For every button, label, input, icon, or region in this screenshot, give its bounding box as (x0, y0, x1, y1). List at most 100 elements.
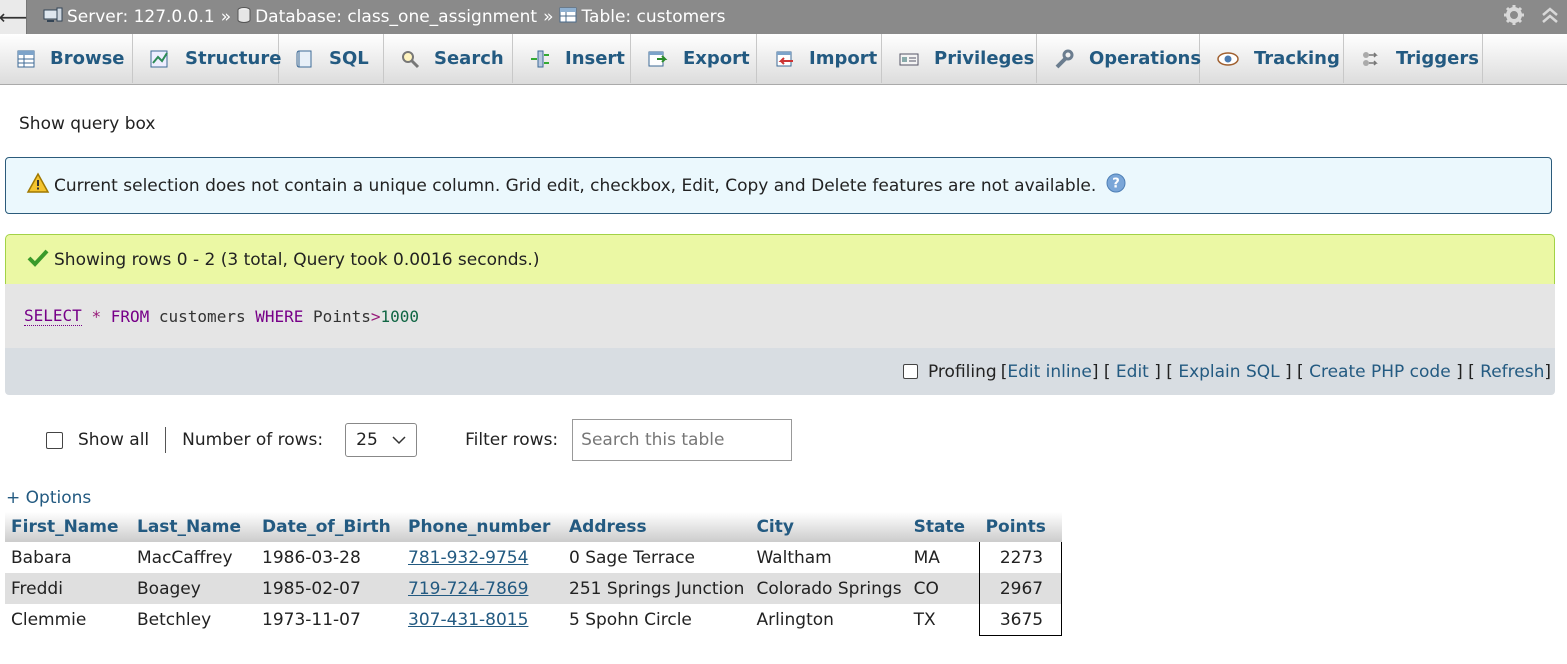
divider (165, 427, 167, 453)
rows-per-page-select[interactable]: 25 (345, 423, 418, 457)
breadcrumb-table[interactable]: Table: customers (559, 7, 725, 28)
table-tabs: Browse Structure SQL Search Insert Expor… (0, 34, 1567, 85)
filter-rows-input[interactable] (572, 419, 793, 461)
breadcrumb-server[interactable]: Server: 127.0.0.1 (43, 7, 215, 28)
unique-column-notice: Current selection does not contain a uni… (5, 157, 1552, 214)
query-success-message: Showing rows 0 - 2 (3 total, Query took … (5, 234, 1555, 284)
cell-phone-number: 307-431-8015 (402, 604, 563, 636)
cell-phone-number: 781-932-9754 (402, 542, 563, 573)
column-header-address[interactable]: Address (563, 512, 751, 542)
cell-last-name: Betchley (131, 604, 256, 636)
phone-link[interactable]: 719-724-7869 (408, 579, 528, 599)
cell-last-name: MacCaffrey (131, 542, 256, 573)
tab-sql[interactable]: SQL (279, 34, 384, 83)
rows-per-page-value: 25 (356, 430, 378, 450)
options-toggle[interactable]: + Options (6, 488, 91, 508)
sql-from-keyword: FROM (110, 306, 150, 326)
wrench-icon (1053, 49, 1075, 69)
filter-rows-label: Filter rows: (465, 430, 559, 450)
tab-import[interactable]: Import (757, 34, 882, 83)
cell-state: MA (907, 542, 980, 573)
column-header-last-name[interactable]: Last_Name (131, 512, 256, 542)
profiling-label: Profiling (927, 361, 997, 382)
sql-column-name: Points (313, 306, 371, 326)
show-all-checkbox[interactable] (46, 431, 63, 449)
table-row: Freddi Boagey 1985-02-07 719-724-7869 25… (5, 573, 1063, 604)
sql-star: * (91, 306, 102, 326)
import-icon (773, 49, 795, 69)
cell-state: TX (907, 604, 980, 636)
cell-first-name: Clemmie (5, 604, 131, 636)
show-query-box-link[interactable]: Show query box (19, 114, 155, 134)
column-header-first-name[interactable]: First_Name (5, 512, 131, 542)
explain-sql-link[interactable]: Explain SQL (1178, 362, 1279, 382)
cell-date-of-birth: 1973-11-07 (256, 604, 402, 636)
cell-last-name: Boagey (131, 573, 256, 604)
edit-inline-link[interactable]: Edit inline (1007, 362, 1092, 382)
tab-operations[interactable]: Operations (1037, 34, 1201, 83)
cell-city: Waltham (750, 542, 908, 573)
cell-city: Colorado Springs (750, 573, 908, 604)
cell-first-name: Babara (5, 542, 131, 573)
cell-address: 0 Sage Terrace (563, 542, 751, 573)
help-icon[interactable]: ? (1106, 173, 1126, 198)
search-icon (400, 49, 420, 69)
sql-operator: > (370, 306, 381, 326)
structure-icon (149, 49, 171, 69)
tab-tracking[interactable]: Tracking (1200, 34, 1344, 83)
sql-select-keyword[interactable]: SELECT (24, 306, 82, 326)
breadcrumb-separator: » (220, 7, 232, 27)
top-navigation-bar: ⟵ Server: 127.0.0.1 » Database: class_on… (0, 0, 1567, 35)
breadcrumb-database[interactable]: Database: class_one_assignment (237, 6, 537, 28)
phone-link[interactable]: 307-431-8015 (408, 610, 528, 630)
sql-query-display: SELECT * FROM customers WHERE Points >100… (5, 284, 1555, 348)
profiling-checkbox[interactable] (902, 364, 918, 379)
navigation-controls: Show all Number of rows: 25 Filter rows: (46, 419, 793, 461)
table-header-row: First_Name Last_Name Date_of_Birth Phone… (5, 512, 1062, 542)
column-header-date-of-birth[interactable]: Date_of_Birth (256, 512, 402, 542)
cell-city: Arlington (750, 604, 908, 636)
tab-insert[interactable]: Insert (513, 34, 631, 83)
cell-address: 5 Spohn Circle (563, 604, 751, 636)
table-icon (559, 7, 577, 28)
cell-first-name: Freddi (5, 573, 131, 604)
cell-date-of-birth: 1985-02-07 (256, 573, 402, 604)
column-header-points[interactable]: Points (979, 512, 1062, 542)
table-row: Clemmie Betchley 1973-11-07 307-431-8015… (5, 604, 1063, 636)
database-icon (237, 6, 251, 28)
refresh-link[interactable]: Refresh (1480, 362, 1544, 382)
tab-privileges[interactable]: Privileges (882, 34, 1037, 83)
chevron-down-icon (392, 430, 406, 450)
warning-icon (26, 172, 50, 199)
back-arrow-icon[interactable]: ⟵ (0, 0, 27, 34)
eye-icon (1216, 49, 1240, 69)
gear-icon[interactable] (1503, 4, 1525, 31)
success-text: Showing rows 0 - 2 (3 total, Query took … (54, 249, 540, 270)
tab-triggers[interactable]: Triggers (1344, 34, 1483, 83)
create-php-code-link[interactable]: Create PHP code (1309, 362, 1451, 382)
insert-icon (529, 49, 551, 69)
column-header-phone-number[interactable]: Phone_number (402, 512, 563, 542)
tab-structure[interactable]: Structure (133, 34, 281, 83)
export-icon (647, 49, 669, 69)
rows-label: Number of rows: (182, 430, 324, 450)
table-row: Babara MacCaffrey 1986-03-28 781-932-975… (5, 542, 1063, 573)
phone-link[interactable]: 781-932-9754 (408, 548, 528, 568)
cell-date-of-birth: 1986-03-28 (256, 542, 402, 573)
cell-phone-number: 719-724-7869 (402, 573, 563, 604)
triggers-icon (1360, 49, 1382, 69)
tab-browse[interactable]: Browse (0, 34, 133, 83)
tab-export[interactable]: Export (631, 34, 757, 83)
show-all-label: Show all (78, 430, 150, 450)
column-header-state[interactable]: State (907, 512, 980, 542)
sql-table-name: customers (158, 306, 246, 326)
cell-address: 251 Springs Junction (563, 573, 751, 604)
column-header-city[interactable]: City (750, 512, 908, 542)
tab-search[interactable]: Search (384, 34, 513, 83)
sql-where-keyword: WHERE (255, 306, 304, 326)
breadcrumb: Server: 127.0.0.1 » Database: class_one_… (43, 6, 725, 28)
collapse-icon[interactable] (1541, 6, 1559, 29)
cell-points: 3675 (979, 604, 1063, 636)
edit-link[interactable]: Edit (1116, 362, 1149, 382)
notice-text: Current selection does not contain a uni… (54, 175, 1097, 196)
